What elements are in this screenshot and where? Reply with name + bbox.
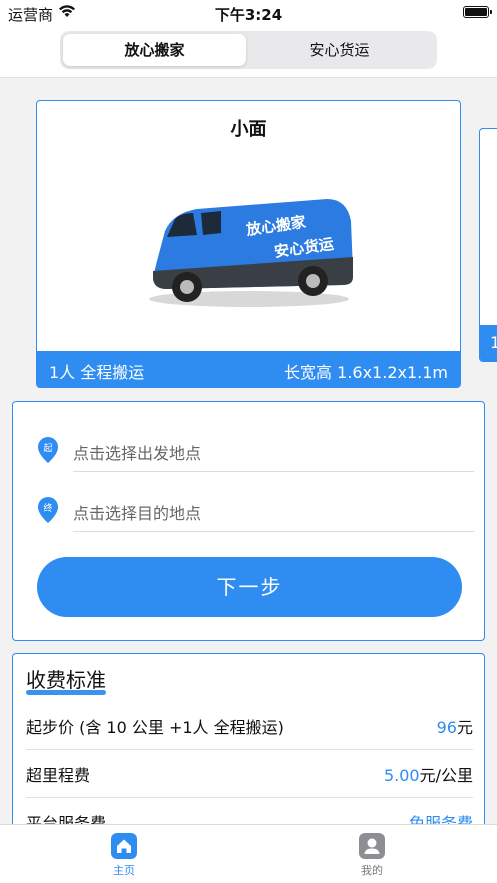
home-icon xyxy=(111,833,137,859)
main-content: 小面 放心搬家 安心货运 1人 全程搬运 长宽高 1.6x1.2x1.1m 1 xyxy=(0,78,497,824)
location-pin-icon: 终 xyxy=(38,497,58,523)
vehicle-info-bar: 1人 全程搬运 长宽高 1.6x1.2x1.1m xyxy=(37,351,460,387)
status-bar: 运营商 下午3:24 xyxy=(0,0,497,26)
segmented-control: 放心搬家 安心货运 xyxy=(60,31,437,69)
end-pin-label: 终 xyxy=(43,502,52,514)
tab-home-label: 主页 xyxy=(113,864,135,877)
tab-home[interactable]: 主页 xyxy=(84,833,164,878)
fee-title: 收费标准 xyxy=(26,664,106,695)
fee-row-base: 起步价 (含 10 公里 +1人 全程搬运) 96元 xyxy=(26,702,473,750)
van-image: 放心搬家 安心货运 xyxy=(149,199,353,307)
fee-value: 免服务费 xyxy=(408,814,473,824)
fee-label: 起步价 (含 10 公里 +1人 全程搬运) xyxy=(26,718,284,737)
fee-row-extra-distance: 超里程费 5.00元/公里 xyxy=(26,750,473,798)
user-icon xyxy=(359,833,385,859)
tab-bar: 主页 我的 xyxy=(0,824,497,883)
divider xyxy=(73,471,474,472)
start-pin-label: 起 xyxy=(43,443,52,454)
start-address-row[interactable]: 起 点击选择出发地点 xyxy=(37,428,474,472)
tab-mine[interactable]: 我的 xyxy=(332,833,412,878)
next-step-button[interactable]: 下一步 xyxy=(37,557,462,617)
fee-label: 平台服务费 xyxy=(26,814,107,824)
segment-moving[interactable]: 放心搬家 xyxy=(63,34,246,66)
address-card: 起 点击选择出发地点 终 点击选择目的地点 下一步 xyxy=(12,401,485,641)
segment-bar: 放心搬家 安心货运 xyxy=(0,26,497,78)
divider xyxy=(73,531,474,532)
battery-icon xyxy=(463,6,492,18)
next-vehicle-bar: 1 xyxy=(480,325,497,361)
status-time: 下午3:24 xyxy=(214,6,283,24)
fee-row-platform: 平台服务费 免服务费 xyxy=(26,798,473,824)
vehicle-dimensions: 长宽高 1.6x1.2x1.1m xyxy=(284,363,448,382)
next-vehicle-card[interactable]: 1 xyxy=(479,128,497,362)
tab-mine-label: 我的 xyxy=(361,864,383,877)
vehicle-people: 1人 全程搬运 xyxy=(49,363,145,382)
location-pin-icon: 起 xyxy=(38,437,58,463)
fee-value: 5.00元/公里 xyxy=(383,766,473,785)
vehicle-title: 小面 xyxy=(230,119,267,140)
fee-card: 收费标准 起步价 (含 10 公里 +1人 全程搬运) 96元 超里程费 5.0… xyxy=(12,653,485,824)
end-address-input[interactable]: 点击选择目的地点 xyxy=(73,500,201,524)
fee-label: 超里程费 xyxy=(26,766,91,785)
start-address-input[interactable]: 点击选择出发地点 xyxy=(73,440,201,464)
vehicle-card[interactable]: 小面 放心搬家 安心货运 1人 全程搬运 长宽高 1.6x1.2x1.1m xyxy=(36,100,461,388)
fee-value: 96元 xyxy=(436,718,473,737)
end-address-row[interactable]: 终 点击选择目的地点 xyxy=(37,488,474,532)
segment-freight[interactable]: 安心货运 xyxy=(248,34,431,66)
